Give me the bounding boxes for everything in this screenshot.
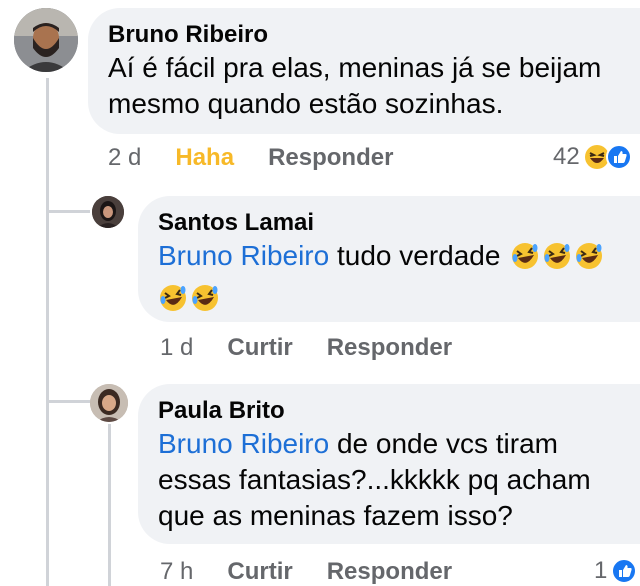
like-button[interactable]: Curtir: [227, 558, 292, 586]
reaction-count: 42: [553, 143, 580, 170]
comment-actions-2: 1 d Curtir Responder: [160, 334, 452, 362]
emoji-line: [156, 280, 616, 322]
comment-bubble-1[interactable]: Bruno Ribeiro Aí é fácil pra elas, menin…: [88, 8, 640, 134]
person-photo-icon: [92, 196, 124, 228]
thread-line-main: [46, 78, 49, 586]
comment-time[interactable]: 7 h: [160, 558, 193, 586]
rofl-emoji-icon: [574, 241, 604, 280]
thread-line-sub: [108, 424, 111, 586]
comment-text: tudo verdade: [336, 240, 501, 271]
comment-bubble-3[interactable]: Paula Brito Bruno Ribeiro de onde vcs ti…: [138, 384, 640, 544]
rofl-emoji-icon: [158, 283, 188, 322]
reply-button[interactable]: Responder: [327, 558, 452, 586]
comment-text-line: Bruno Ribeiro tudo verdade: [158, 238, 616, 280]
comment-author[interactable]: Santos Lamai: [158, 208, 616, 238]
comment-author[interactable]: Bruno Ribeiro: [108, 20, 616, 50]
thread-line-branch-1: [46, 210, 90, 213]
comment-text: Aí é fácil pra elas, meninas já se beija…: [108, 52, 602, 119]
thread-line-branch-2: [46, 400, 90, 403]
comment-actions-1: 2 d Haha Responder: [108, 144, 393, 172]
comment-time[interactable]: 2 d: [108, 144, 141, 172]
mention-link[interactable]: Bruno Ribeiro: [158, 428, 329, 459]
comment-time[interactable]: 1 d: [160, 334, 193, 362]
rofl-emoji-icon: [190, 283, 220, 322]
person-photo-icon: [14, 8, 78, 72]
reply-button[interactable]: Responder: [268, 144, 393, 172]
reaction-count: 1: [594, 557, 608, 584]
reaction-summary-3[interactable]: 1: [594, 557, 638, 585]
like-icon: [605, 144, 632, 170]
haha-reaction-button[interactable]: Haha: [175, 144, 234, 172]
rofl-emoji-icon: [510, 241, 540, 280]
rofl-emoji-icon: [542, 241, 572, 280]
comment-text-line: Bruno Ribeiro de onde vcs tiram essas fa…: [158, 426, 616, 534]
comment-bubble-2[interactable]: Santos Lamai Bruno Ribeiro tudo verdade: [138, 196, 640, 322]
mention-link[interactable]: Bruno Ribeiro: [158, 240, 329, 271]
comment-actions-3: 7 h Curtir Responder: [160, 558, 452, 586]
avatar-paula-brito[interactable]: [90, 384, 128, 422]
like-icon: [611, 558, 638, 584]
avatar-santos-lamai[interactable]: [92, 196, 124, 228]
avatar-bruno-ribeiro[interactable]: [14, 8, 78, 72]
reply-button[interactable]: Responder: [327, 334, 452, 362]
comment-author[interactable]: Paula Brito: [158, 396, 616, 426]
reaction-summary-1[interactable]: 42: [553, 143, 632, 171]
like-button[interactable]: Curtir: [227, 334, 292, 362]
person-photo-icon: [90, 384, 128, 422]
